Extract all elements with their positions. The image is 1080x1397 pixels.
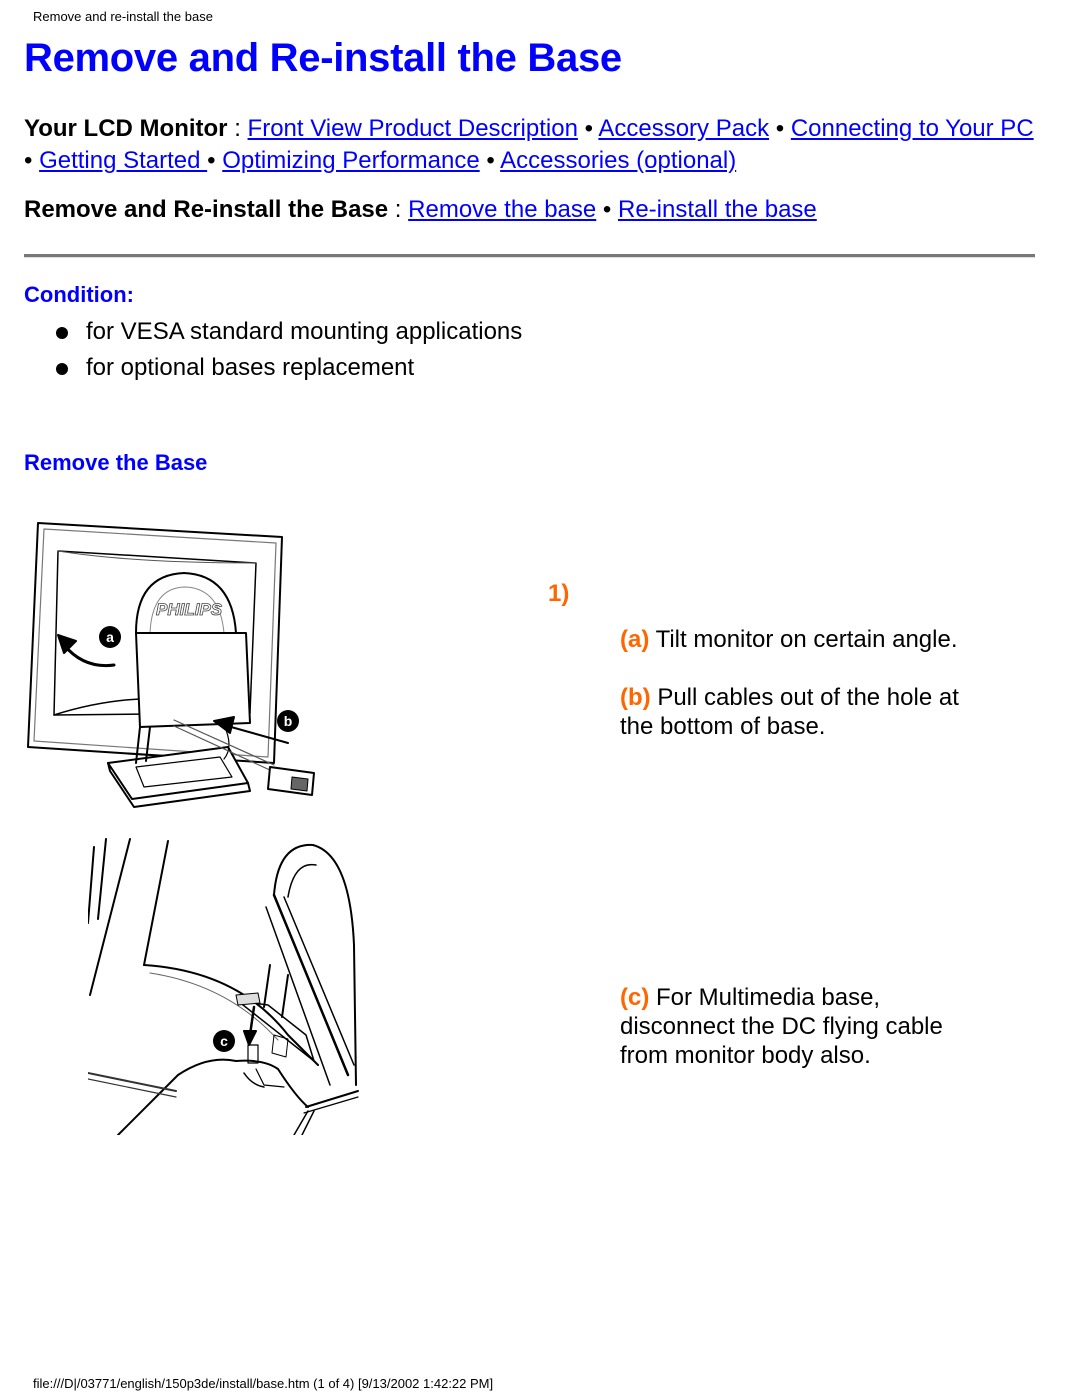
list-item: for VESA standard mounting applications (56, 314, 522, 350)
monitor-back-illustration: PHILIPS a b (27, 522, 315, 808)
svg-text:c: c (220, 1033, 228, 1049)
step-number: 1) (548, 580, 570, 607)
link-remove-the-base[interactable]: Remove the base (408, 196, 596, 223)
nav-label: Your LCD Monitor (24, 115, 228, 142)
condition-text: for VESA standard mounting applications (86, 318, 523, 345)
badge-c-icon: c (213, 1030, 235, 1052)
nav-bullet: • (479, 147, 501, 174)
nav-separator: : (388, 196, 409, 223)
step-tag: (b) (620, 684, 651, 711)
page-footer: file:///D|/03771/english/150p3de/install… (33, 1376, 494, 1391)
step-tag: (a) (620, 626, 650, 653)
condition-heading: Condition: (24, 282, 134, 307)
condition-text: for optional bases replacement (86, 354, 415, 381)
link-accessory-pack[interactable]: Accessory Pack (598, 115, 769, 142)
step-b: (b) Pull cables out of the hole at the b… (620, 683, 960, 741)
badge-b-icon: b (277, 710, 299, 732)
nav-bullet: • (24, 147, 40, 174)
remove-base-heading: Remove the Base (24, 450, 208, 475)
nav-separator: : (227, 115, 248, 142)
page-title: Remove and Re-install the Base (24, 36, 622, 80)
badge-a-icon: a (99, 626, 121, 648)
link-front-view[interactable]: Front View Product Description (248, 115, 578, 142)
link-reinstall-the-base[interactable]: Re-install the base (618, 196, 817, 223)
step-text: For Multimedia base, disconnect the DC f… (620, 984, 943, 1069)
horizontal-divider (24, 254, 1035, 258)
nav-bullet: • (577, 115, 599, 142)
link-optimizing-performance[interactable]: Optimizing Performance (222, 147, 479, 174)
condition-list: for VESA standard mounting applications … (56, 314, 522, 386)
step-a: (a) Tilt monitor on certain angle. (620, 625, 960, 654)
step-text: Pull cables out of the hole at the botto… (620, 684, 959, 740)
nav-bullet: • (769, 115, 791, 142)
philips-logo: PHILIPS (156, 600, 223, 619)
bullet-icon (56, 327, 68, 339)
section-nav: Remove and Re-install the Base : Remove … (24, 194, 817, 226)
nav-bullet: • (596, 196, 618, 223)
page-header: Remove and re-install the base (33, 9, 213, 24)
link-accessories-optional[interactable]: Accessories (optional) (500, 147, 736, 174)
list-item: for optional bases replacement (56, 350, 522, 386)
monitor-nav: Your LCD Monitor : Front View Product De… (24, 113, 1044, 177)
svg-text:a: a (106, 629, 114, 645)
step-tag: (c) (620, 984, 650, 1011)
step-text: Tilt monitor on certain angle. (649, 626, 958, 653)
bullet-icon (56, 363, 68, 375)
step-c: (c) For Multimedia base, disconnect the … (620, 983, 960, 1070)
link-getting-started[interactable]: Getting Started (39, 147, 207, 174)
section-nav-label: Remove and Re-install the Base (24, 196, 389, 223)
svg-text:b: b (284, 713, 293, 729)
dc-cable-illustration: c (88, 838, 359, 1135)
link-connecting-to-pc[interactable]: Connecting to Your PC (791, 115, 1034, 142)
nav-bullet: • (207, 147, 223, 174)
